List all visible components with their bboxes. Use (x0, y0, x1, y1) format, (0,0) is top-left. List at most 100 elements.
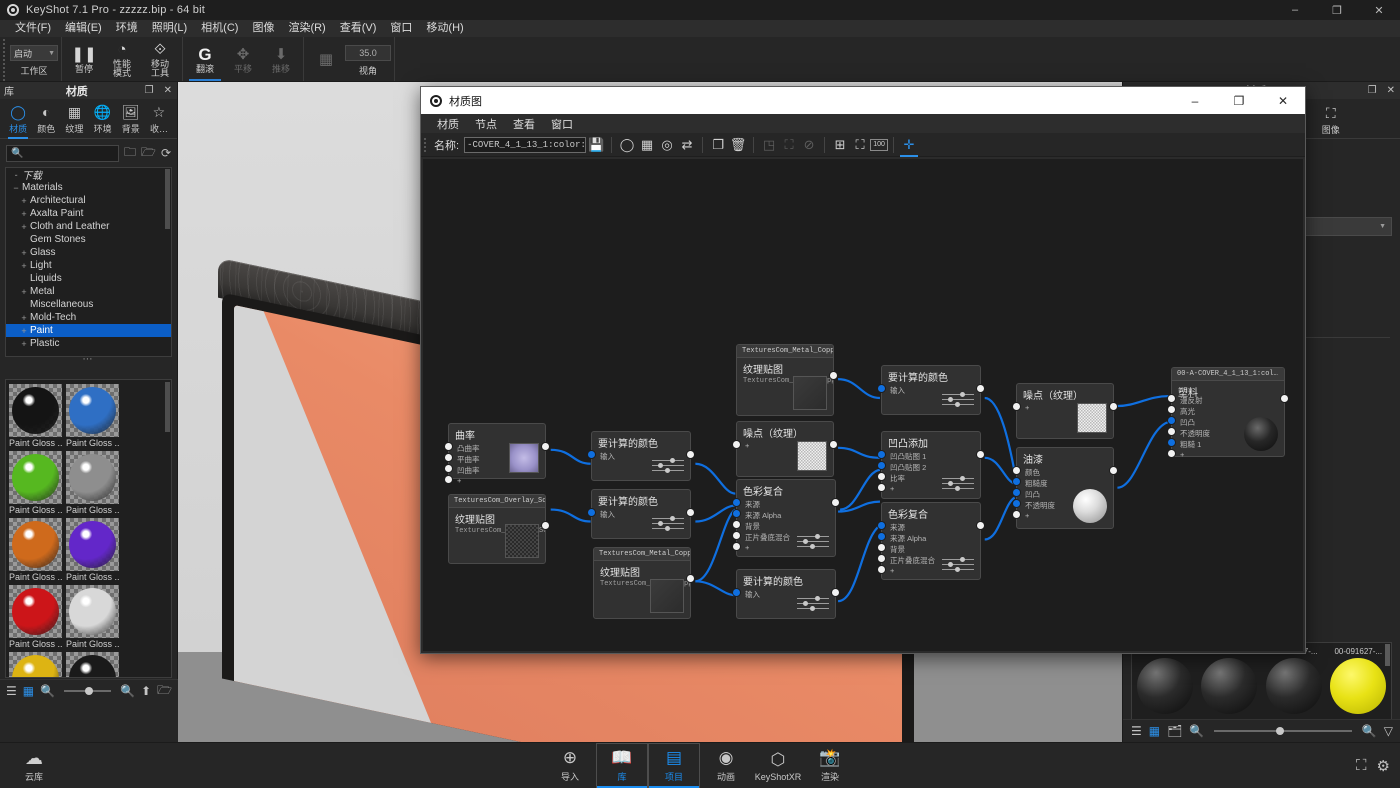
node-slider[interactable] (942, 392, 974, 397)
library-tree-item[interactable]: + Cloth and Leather (6, 220, 171, 233)
maximize-button[interactable]: ❐ (1316, 0, 1358, 20)
node-slider[interactable] (797, 606, 829, 611)
graph-node[interactable]: 噪点（纹理） + (1012, 383, 1118, 439)
library-tab-colors[interactable]: ◐ 颜色 (32, 101, 60, 138)
node-slider[interactable] (797, 544, 829, 549)
project-material-gallery[interactable]: 00-091627-...00-091627-...00-091627-...0… (1131, 642, 1392, 727)
tree-view-icon[interactable]: 🗂 (1167, 724, 1182, 738)
library-tab-textures[interactable]: ▦ 纹理 (60, 101, 88, 138)
node-input-port[interactable] (1167, 405, 1176, 414)
taskbar-keyshotxr-button[interactable]: ⬡ KeyShotXR (752, 743, 804, 788)
menu-environment[interactable]: 环境 (109, 20, 145, 37)
node-slider[interactable] (942, 486, 974, 491)
thumbnail-size-slider[interactable] (64, 687, 112, 695)
node-input-port[interactable] (877, 461, 886, 470)
node-input-port[interactable] (444, 442, 453, 451)
graph-node[interactable]: 色彩复合 来源 来源 Alpha 背景 正片叠底混合 + (877, 502, 985, 580)
menu-view[interactable]: 查看(V) (333, 20, 384, 37)
library-material-item[interactable]: Paint Gloss ... (9, 384, 62, 449)
menu-file[interactable]: 文件(F) (8, 20, 58, 37)
project-material-item[interactable]: 00-091627-... (1328, 647, 1390, 714)
library-close-icon[interactable]: ✕ (159, 85, 177, 96)
menu-lighting[interactable]: 照明(L) (145, 20, 194, 37)
node-input-port[interactable] (587, 508, 596, 517)
library-tree-item[interactable]: Liquids (6, 272, 171, 285)
node-output-port[interactable] (831, 588, 840, 597)
library-tree-item[interactable]: Miscellaneous (6, 298, 171, 311)
graph-node[interactable]: 要计算的颜色 输入 (732, 569, 840, 619)
tree-twisty-icon[interactable]: + (18, 313, 30, 323)
library-material-item[interactable]: Paint Gloss ... (9, 585, 62, 650)
node-slider[interactable] (652, 521, 684, 526)
settings-icon[interactable]: ⚙ (1377, 757, 1390, 775)
node-output-port[interactable] (831, 498, 840, 507)
project-float-icon[interactable]: ❐ (1363, 85, 1382, 96)
material-graph-close-button[interactable]: ✕ (1261, 87, 1305, 114)
list-view-icon[interactable]: ☰ (1131, 724, 1142, 738)
cloud-upload-icon[interactable]: ⬆ (141, 684, 151, 698)
node-slider-group[interactable] (652, 456, 684, 475)
project-material-item[interactable]: 00-091627-... (1134, 647, 1196, 714)
mg-toolbar-drag-handle[interactable] (421, 135, 428, 154)
node-slider[interactable] (797, 534, 829, 539)
fov-input[interactable]: 35.0 (345, 45, 391, 61)
library-tab-materials[interactable]: ◯ 材质 (4, 101, 32, 139)
menu-image[interactable]: 图像 (245, 20, 281, 37)
node-output-port[interactable] (976, 521, 985, 530)
node-slider[interactable] (652, 526, 684, 531)
graph-node[interactable]: 曲率 凸曲率 平曲率 凹曲率 + (444, 423, 550, 485)
tree-twisty-icon[interactable]: + (18, 209, 30, 219)
toolbar-drag-handle[interactable] (0, 37, 7, 81)
delete-button[interactable]: 🗑 (728, 135, 748, 155)
library-tree-item[interactable]: + Metal (6, 285, 171, 298)
folder-add-icon[interactable]: 🗁 (157, 681, 172, 702)
graph-node[interactable]: 凹凸添加 凹凸贴图 1 凹凸贴图 2 比率 + (877, 431, 985, 499)
zoom-out-icon[interactable]: 🔍 (1189, 724, 1204, 738)
library-tree-item[interactable]: + Paint (6, 324, 171, 337)
node-slider[interactable] (942, 567, 974, 572)
library-tree[interactable]: - 下载 − Materials + Architectural + Axalta Paint… (5, 167, 172, 357)
fov-control[interactable]: 35.0 视角 (345, 37, 391, 81)
mg-menu-node[interactable]: 节点 (467, 116, 505, 132)
node-input-port[interactable] (877, 565, 886, 574)
library-tree-item[interactable]: Gem Stones (6, 233, 171, 246)
menu-edit[interactable]: 编辑(E) (58, 20, 109, 37)
pause-button[interactable]: ❚❚ 暂停 (65, 37, 103, 81)
node-input-port[interactable] (877, 532, 886, 541)
tree-twisty-icon[interactable]: − (10, 183, 22, 193)
node-slider-group[interactable] (652, 514, 684, 533)
graph-node[interactable]: 噪点（纹理） + (732, 421, 838, 477)
workspace-select[interactable]: 启动 ▼ (10, 45, 58, 61)
library-tab-environments[interactable]: 🌐 环境 (89, 101, 117, 138)
node-input-port[interactable] (444, 464, 453, 473)
node-input-port[interactable] (1167, 427, 1176, 436)
node-input-port[interactable] (1012, 499, 1021, 508)
node-input-port[interactable] (732, 542, 741, 551)
library-thumbnail-grid[interactable]: Paint Gloss ... Paint Gloss ... Paint Glos… (5, 379, 172, 678)
mg-name-input[interactable]: -COVER_4_1_13_1:color:139:66:58 #4 (464, 136, 587, 153)
taskbar-project-button[interactable]: ▤ 项目 (648, 742, 700, 788)
node-input-port[interactable] (732, 509, 741, 518)
link-mode-button[interactable]: ✛ (899, 135, 919, 157)
slider-knob[interactable] (85, 687, 94, 695)
project-gallery-scrollbar[interactable] (1385, 644, 1390, 666)
library-search-input[interactable]: 🔍 (6, 144, 120, 162)
mg-menu-view[interactable]: 查看 (505, 116, 543, 132)
node-slider[interactable] (652, 458, 684, 463)
library-splitter[interactable]: ⋯ (0, 355, 177, 366)
graph-node[interactable]: 要计算的颜色 输入 (587, 489, 695, 539)
library-tree-item[interactable]: + Glass (6, 246, 171, 259)
copy-button[interactable]: ❐ (708, 135, 728, 155)
node-slider-group[interactable] (942, 555, 974, 574)
node-input-port[interactable] (444, 475, 453, 484)
node-slider[interactable] (652, 516, 684, 521)
fit-view-button[interactable]: ⛶ (850, 135, 870, 155)
node-input-port[interactable] (877, 472, 886, 481)
taskbar-import-button[interactable]: ⊕ 导入 (544, 743, 596, 788)
graph-node[interactable]: 油漆 颜色 粗糙度 凹凸 不透明度 + (1012, 447, 1118, 529)
node-slider-group[interactable] (797, 532, 829, 551)
node-slider[interactable] (797, 539, 829, 544)
library-material-item[interactable]: Paint Gloss ... (66, 585, 119, 650)
library-material-item[interactable]: Paint Gloss ... (9, 652, 62, 677)
paste-button[interactable]: ◳ (759, 135, 779, 155)
